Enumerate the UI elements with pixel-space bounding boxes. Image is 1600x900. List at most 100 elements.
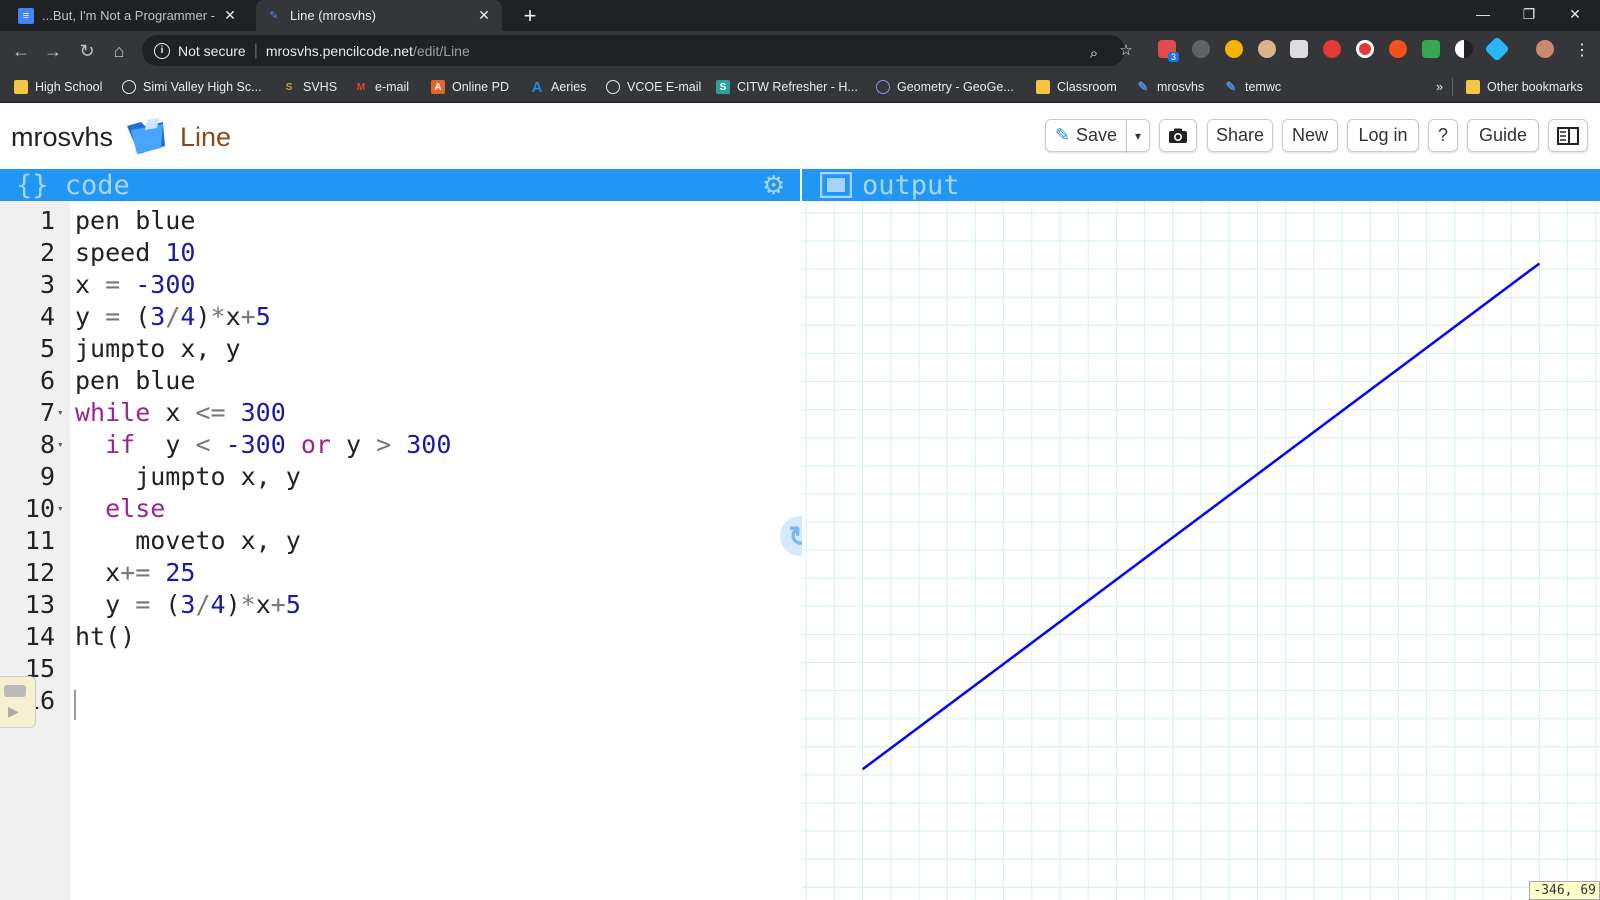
- code-line[interactable]: 15: [0, 653, 800, 685]
- code-token: x: [225, 302, 241, 331]
- new-button[interactable]: New: [1282, 119, 1338, 152]
- project-name[interactable]: Line: [180, 122, 231, 153]
- code-line[interactable]: 1 pen blue: [0, 205, 800, 237]
- home-icon[interactable]: ⌂: [105, 37, 133, 65]
- minimize-icon[interactable]: —: [1460, 0, 1506, 28]
- line-number: 4: [39, 302, 55, 331]
- code-line[interactable]: 7 ▾ while x <= 300: [0, 397, 800, 429]
- zoom-icon[interactable]: ⌕: [1082, 41, 1106, 65]
- code-line[interactable]: 6 pen blue: [0, 365, 800, 397]
- star-icon[interactable]: ☆: [1114, 38, 1138, 62]
- bookmark-mrosvhs[interactable]: ✎ mrosvhs: [1136, 77, 1205, 97]
- extension-icon[interactable]: [1192, 40, 1210, 58]
- screenshot-button[interactable]: [1159, 119, 1197, 152]
- bookmark-simi-valley[interactable]: Simi Valley High Sc...: [122, 77, 262, 97]
- code-line[interactable]: 8 ▾ if y < -300 or y > 300: [0, 429, 800, 461]
- bookmark-temwc[interactable]: ✎ temwc: [1224, 77, 1282, 97]
- close-icon[interactable]: ✕: [222, 7, 238, 24]
- block-mode-toggle[interactable]: ▶: [0, 676, 36, 728]
- code-line[interactable]: 11 moveto x, y: [0, 525, 800, 557]
- bookmark-high-school[interactable]: High School: [14, 77, 102, 97]
- tab-line[interactable]: ✎ Line (mrosvhs) ✕: [256, 0, 502, 31]
- close-window-icon[interactable]: ✕: [1552, 0, 1598, 28]
- code-token: pen blue: [75, 366, 196, 395]
- dark-mode-icon[interactable]: [1455, 40, 1473, 58]
- gmail-icon: M: [356, 81, 366, 93]
- menu-icon[interactable]: ⋮: [1574, 40, 1590, 60]
- bookmark-classroom[interactable]: Classroom: [1036, 77, 1117, 97]
- extension-icon[interactable]: [1225, 40, 1243, 58]
- code-token: else: [105, 494, 166, 523]
- screen-icon: [820, 172, 852, 198]
- code-token: jumpto x, y: [75, 334, 241, 363]
- code-line[interactable]: 10 ▾ else: [0, 493, 800, 525]
- code-token: /: [165, 302, 181, 331]
- bookmark-aeries[interactable]: A Aeries: [530, 77, 587, 97]
- address-bar[interactable]: i Not secure | mrosvhs.pencilcode.net/ed…: [142, 35, 1133, 66]
- bookmark-svhs[interactable]: S SVHS: [282, 77, 337, 97]
- save-button[interactable]: ✎ Save: [1045, 119, 1127, 152]
- text-cursor: [74, 690, 76, 720]
- bookmark-online-pd[interactable]: A Online PD: [431, 77, 509, 97]
- code-editor[interactable]: 1 pen blue 2 speed 10 3 x = -300 4 y = (3/4)*x+…: [0, 201, 800, 900]
- help-button[interactable]: ?: [1428, 119, 1458, 152]
- forward-icon[interactable]: →: [39, 37, 67, 65]
- code-pane-title: {} code: [16, 169, 130, 201]
- code-line[interactable]: 3x = -300: [0, 269, 800, 301]
- new-tab-button[interactable]: +: [516, 2, 544, 30]
- cookie-icon[interactable]: [1258, 40, 1276, 58]
- code-token: x: [255, 590, 271, 619]
- bookmark-label: High School: [35, 80, 103, 94]
- close-icon[interactable]: ✕: [476, 7, 492, 24]
- back-icon[interactable]: ←: [7, 37, 35, 65]
- code-line[interactable]: 2 speed 10: [0, 237, 800, 269]
- brand-name[interactable]: mrosvhs: [11, 122, 113, 153]
- toggle-layout-button[interactable]: [1548, 119, 1588, 152]
- guide-button[interactable]: Guide: [1467, 119, 1539, 152]
- tab-docs[interactable]: ≡ ...But, I'm Not a Programmer - G ✕: [8, 0, 248, 31]
- bookmark-email[interactable]: Me-mail: [354, 77, 409, 97]
- other-bookmarks[interactable]: Other bookmarks: [1466, 77, 1583, 97]
- gear-icon[interactable]: ⚙: [762, 171, 785, 199]
- fold-arrow-icon[interactable]: ▾: [57, 429, 64, 461]
- line-number: 5: [39, 334, 55, 363]
- s-icon: S: [285, 81, 293, 93]
- extension-icon[interactable]: [1290, 40, 1308, 58]
- line-number: 14: [24, 622, 55, 651]
- code-line[interactable]: 5 jumpto x, y: [0, 333, 800, 365]
- code-token: while: [75, 398, 151, 427]
- login-button[interactable]: Log in: [1347, 119, 1419, 152]
- code-text: jumpto x, y: [75, 333, 241, 365]
- bookmark-geometry[interactable]: Geometry - GeoGe...: [876, 77, 1014, 97]
- code-line[interactable]: 9 jumpto x, y: [0, 461, 800, 493]
- globe-icon: [122, 80, 136, 94]
- extension-badge: 3: [1168, 52, 1180, 62]
- code-line[interactable]: 14 ht(): [0, 621, 800, 653]
- code-line[interactable]: 13 y = (3/4)*x+5: [0, 589, 800, 621]
- record-icon[interactable]: [1356, 40, 1374, 58]
- share-button[interactable]: Share: [1207, 119, 1273, 152]
- blocks-icon: [4, 685, 26, 697]
- bookmark-citw[interactable]: S CITW Refresher - H...: [716, 77, 858, 97]
- code-line[interactable]: 4y = (3/4)*x+5: [0, 301, 800, 333]
- extension-icon[interactable]: [1323, 40, 1341, 58]
- bookmark-vcoe-email[interactable]: VCOE E-mail: [606, 77, 701, 97]
- bookmark-label: Geometry - GeoGe...: [897, 80, 1014, 94]
- info-icon[interactable]: i: [154, 42, 170, 59]
- bookmark-label: VCOE E-mail: [627, 80, 702, 94]
- extension-icon[interactable]: [1389, 40, 1407, 58]
- avatar[interactable]: [1536, 40, 1554, 58]
- save-menu-button[interactable]: ▾: [1126, 119, 1150, 152]
- fold-arrow-icon[interactable]: ▾: [57, 493, 64, 525]
- turtle-canvas[interactable]: -346, 69: [802, 201, 1600, 900]
- more-bookmarks-button[interactable]: »: [1436, 77, 1443, 97]
- code-line[interactable]: 16: [0, 685, 800, 717]
- code-line[interactable]: 12 x+= 25: [0, 557, 800, 589]
- geogebra-icon: [876, 80, 890, 94]
- restore-icon[interactable]: ❐: [1506, 0, 1552, 28]
- reload-icon[interactable]: ↻: [73, 37, 101, 65]
- extension-icon[interactable]: [1422, 40, 1440, 58]
- output-pane-title: output: [862, 169, 960, 201]
- fold-arrow-icon[interactable]: ▾: [57, 397, 64, 429]
